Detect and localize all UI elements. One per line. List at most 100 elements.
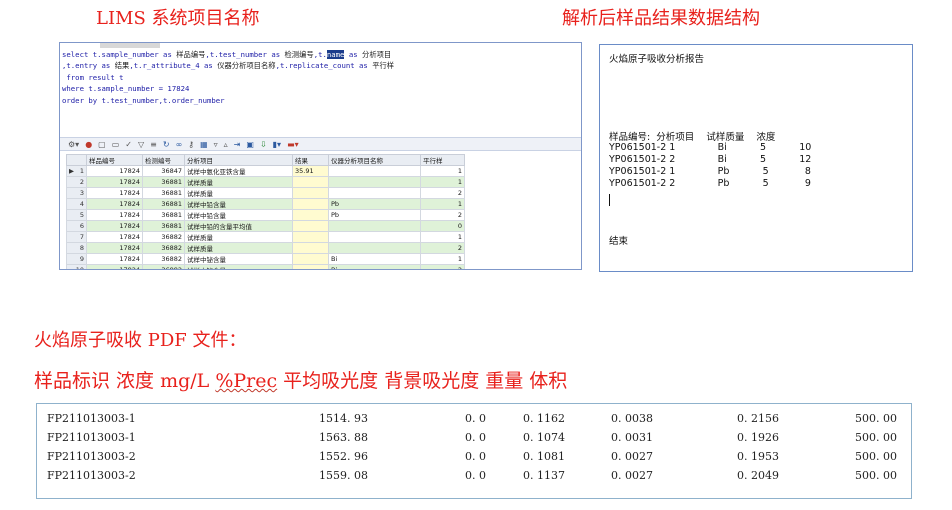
grid-cell-test-number[interactable]: 36881 — [142, 220, 185, 232]
down-icon[interactable]: ▿ — [214, 140, 218, 149]
grid-cell-replicate[interactable]: 2 — [420, 209, 465, 221]
grid-cell-result[interactable] — [292, 242, 329, 254]
grid-cell-test-number[interactable]: 36881 — [142, 187, 185, 199]
grid-cell-replicate[interactable]: 2 — [420, 264, 465, 269]
grid-cell-instrument-item[interactable] — [328, 220, 421, 232]
grid-cell-replicate[interactable]: 2 — [420, 187, 465, 199]
grid-cell-replicate[interactable]: 1 — [420, 253, 465, 265]
paste-icon[interactable]: ▭ — [112, 140, 120, 149]
grid-cell-result[interactable] — [292, 264, 329, 269]
grid-cell-result[interactable] — [292, 220, 329, 232]
grid-cell-analysis-item[interactable]: 试样质量 — [184, 187, 293, 199]
grid-row-index[interactable]: 8 — [66, 242, 87, 254]
grid-header-instrument-item[interactable]: 仪器分析项目名称 — [328, 154, 421, 166]
grid-cell-test-number[interactable]: 36882 — [142, 242, 185, 254]
grid-cell-analysis-item[interactable]: 试样中铋含量 — [184, 264, 293, 269]
grid-header-analysis-item[interactable]: 分析项目 — [184, 154, 293, 166]
grid-row-index[interactable]: 10 — [66, 264, 87, 269]
grid-cell-result[interactable] — [292, 176, 329, 188]
grid-cell-instrument-item[interactable]: Bi — [328, 264, 421, 269]
chart-icon[interactable]: ▮▾ — [273, 140, 281, 149]
grid-cell-analysis-item[interactable]: 试样中铋含量 — [184, 253, 293, 265]
grid-cell-sample-number[interactable]: 17824 — [86, 253, 143, 265]
grid-cell-test-number[interactable]: 36881 — [142, 176, 185, 188]
grid-cell-test-number[interactable]: 36882 — [142, 231, 185, 243]
grid-row[interactable]: 5 17824 36881 试样中铅含量 Pb 2 — [66, 209, 465, 221]
import-icon[interactable]: ⇩ — [260, 140, 267, 149]
grid-cell-analysis-item[interactable]: 试样中铅含量 — [184, 198, 293, 210]
grid-row-index[interactable]: 2 — [66, 176, 87, 188]
grid-cell-sample-number[interactable]: 17824 — [86, 198, 143, 210]
grid-cell-sample-number[interactable]: 17824 — [86, 176, 143, 188]
grid-cell-replicate[interactable]: 1 — [420, 176, 465, 188]
pin-icon[interactable]: ⇥ — [234, 140, 241, 149]
grid-header-replicate[interactable]: 平行样 — [420, 154, 465, 166]
grid-row-index[interactable]: 3 — [66, 187, 87, 199]
grid-cell-sample-number[interactable]: 17824 — [86, 264, 143, 269]
grid-cell-test-number[interactable]: 36882 — [142, 264, 185, 269]
gear-icon[interactable]: ⚙▾ — [68, 140, 79, 149]
grid-cell-instrument-item[interactable]: Pb — [328, 198, 421, 210]
grid-cell-analysis-item[interactable]: 试样中铅的含量平均值 — [184, 220, 293, 232]
grid-icon[interactable]: ▦ — [200, 140, 208, 149]
grid-row-index[interactable]: 4 — [66, 198, 87, 210]
grid-row-index[interactable]: 6 — [66, 220, 87, 232]
grid-cell-test-number[interactable]: 36881 — [142, 198, 185, 210]
stop-icon[interactable]: ● — [85, 140, 92, 149]
grid-row[interactable]: ▶ 1 17824 36847 试样中氨化亚铁含量 35.91 1 — [66, 165, 465, 177]
refresh-icon[interactable]: ↻ — [163, 140, 170, 149]
grid-cell-replicate[interactable]: 1 — [420, 165, 465, 177]
grid-cell-sample-number[interactable]: 17824 — [86, 242, 143, 254]
grid-header-result[interactable]: 结果 — [292, 154, 329, 166]
grid-cell-result[interactable] — [292, 209, 329, 221]
grid-row[interactable]: 4 17824 36881 试样中铅含量 Pb 1 — [66, 198, 465, 210]
grid-cell-analysis-item[interactable]: 试样中铅含量 — [184, 209, 293, 221]
grid-cell-instrument-item[interactable]: Pb — [328, 209, 421, 221]
grid-row-index[interactable]: ▶ 1 — [66, 165, 87, 177]
sql-editor[interactable]: select t.sample_number as 样品编号,t.test_nu… — [62, 49, 579, 139]
grid-cell-sample-number[interactable]: 17824 — [86, 220, 143, 232]
grid-cell-instrument-item[interactable] — [328, 176, 421, 188]
grid-cell-analysis-item[interactable]: 试样质量 — [184, 242, 293, 254]
grid-row[interactable]: 7 17824 36882 试样质量 1 — [66, 231, 465, 243]
grid-cell-sample-number[interactable]: 17824 — [86, 165, 143, 177]
grid-cell-sample-number[interactable]: 17824 — [86, 231, 143, 243]
grid-cell-replicate[interactable]: 2 — [420, 242, 465, 254]
grid-cell-result[interactable] — [292, 187, 329, 199]
grid-cell-instrument-item[interactable] — [328, 187, 421, 199]
grid-row[interactable]: 3 17824 36881 试样质量 2 — [66, 187, 465, 199]
grid-header-sample-number[interactable]: 样品编号 — [86, 154, 143, 166]
grid-row[interactable]: 8 17824 36882 试样质量 2 — [66, 242, 465, 254]
grid-cell-analysis-item[interactable]: 试样中氨化亚铁含量 — [184, 165, 293, 177]
up-icon[interactable]: ▵ — [224, 140, 228, 149]
grid-cell-test-number[interactable]: 36881 — [142, 209, 185, 221]
filter-icon[interactable]: ▽ — [138, 140, 144, 149]
grid-cell-replicate[interactable]: 1 — [420, 198, 465, 210]
grid-cell-test-number[interactable]: 36882 — [142, 253, 185, 265]
grid-cell-instrument-item[interactable] — [328, 165, 421, 177]
binoculars-icon[interactable]: ∞ — [176, 140, 183, 149]
grid-row[interactable]: 2 17824 36881 试样质量 1 — [66, 176, 465, 188]
grid-cell-replicate[interactable]: 0 — [420, 220, 465, 232]
copy-icon[interactable]: ▢ — [98, 140, 106, 149]
grid-header-test-number[interactable]: 检测编号 — [142, 154, 185, 166]
key-icon[interactable]: ⚷ — [188, 140, 194, 149]
grid-cell-result[interactable] — [292, 231, 329, 243]
grid-row-index[interactable]: 9 — [66, 253, 87, 265]
editor-tab[interactable] — [100, 43, 160, 48]
grid-cell-analysis-item[interactable]: 试样质量 — [184, 176, 293, 188]
grid-cell-sample-number[interactable]: 17824 — [86, 187, 143, 199]
grid-cell-instrument-item[interactable] — [328, 231, 421, 243]
save-icon[interactable]: ▣ — [246, 140, 254, 149]
grid-cell-replicate[interactable]: 1 — [420, 231, 465, 243]
parsed-report-panel[interactable]: 火焰原子吸收分析报告 样品编号: 分析项目 试样质量 浓度 YP061501-2… — [599, 44, 913, 272]
grid-cell-result[interactable] — [292, 198, 329, 210]
grid-cell-instrument-item[interactable]: Bi — [328, 253, 421, 265]
grid-cell-instrument-item[interactable] — [328, 242, 421, 254]
grid-cell-result[interactable]: 35.91 — [292, 165, 329, 177]
export-icon[interactable]: ▬▾ — [287, 140, 299, 149]
grid-row[interactable]: 6 17824 36881 试样中铅的含量平均值 0 — [66, 220, 465, 232]
grid-cell-result[interactable] — [292, 253, 329, 265]
grid-row-index[interactable]: 7 — [66, 231, 87, 243]
grid-row[interactable]: 101782436882试样中铋含量 Bi2 — [66, 264, 465, 269]
